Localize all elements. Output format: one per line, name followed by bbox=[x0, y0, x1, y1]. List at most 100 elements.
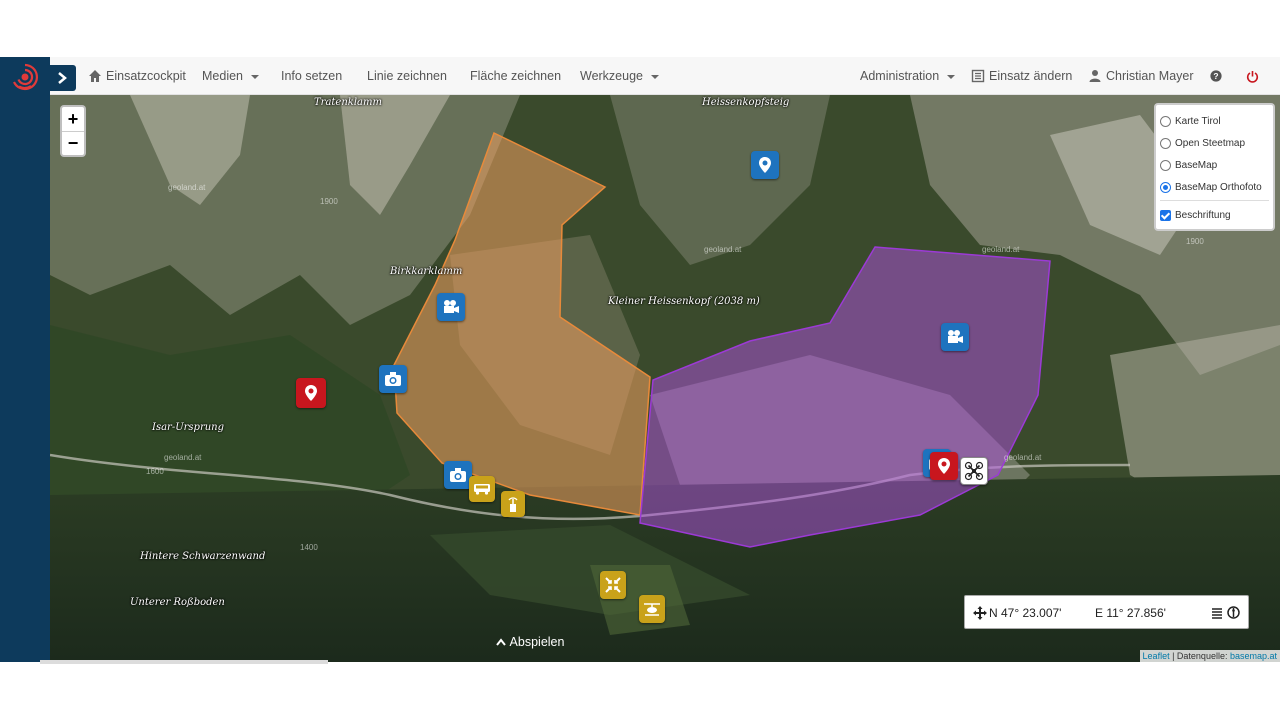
move-arrows-icon bbox=[973, 606, 987, 620]
nav-user-menu[interactable]: Christian Mayer bbox=[1088, 57, 1194, 95]
app-window: Einsatzcockpit Medien Info setzen Linie … bbox=[0, 57, 1280, 662]
overlay-option-beschriftung[interactable]: Beschriftung bbox=[1160, 204, 1269, 226]
nav-info-setzen[interactable]: Info setzen bbox=[281, 57, 342, 95]
radio-button[interactable] bbox=[1160, 115, 1171, 127]
layer-divider bbox=[1160, 200, 1269, 201]
radio-button[interactable] bbox=[1160, 159, 1171, 171]
nav-werkzeuge-label: Werkzeuge bbox=[580, 69, 643, 83]
nav-einsatzcockpit-label: Einsatzcockpit bbox=[106, 69, 186, 83]
assembly-point-marker[interactable] bbox=[600, 571, 626, 599]
helicopter-icon bbox=[644, 603, 660, 616]
layer-option-label: Open Steetmap bbox=[1175, 137, 1246, 149]
bus-icon bbox=[474, 484, 490, 495]
photo-camera-icon bbox=[450, 468, 466, 482]
radio-station-marker[interactable] bbox=[501, 491, 525, 517]
overlay-option-label: Beschriftung bbox=[1175, 209, 1231, 221]
nav-flaeche-zeichnen[interactable]: Fläche zeichnen bbox=[470, 57, 561, 95]
photo-camera-marker[interactable] bbox=[444, 461, 472, 489]
nav-einsatz-aendern[interactable]: Einsatz ändern bbox=[971, 57, 1072, 95]
map-label-isar-ursprung: Isar-Ursprung bbox=[152, 422, 225, 433]
layer-option-basemap-orthofoto[interactable]: BaseMap Orthofoto bbox=[1160, 176, 1269, 198]
vehicle-marker[interactable] bbox=[469, 476, 495, 502]
caret-down-icon bbox=[947, 75, 956, 79]
caret-down-icon bbox=[251, 75, 259, 79]
photo-camera-icon bbox=[385, 372, 401, 386]
horizontal-scrollbar[interactable] bbox=[40, 660, 328, 664]
power-icon bbox=[1246, 70, 1259, 83]
map-watermark: geoland.at bbox=[1004, 453, 1042, 462]
location-marker[interactable] bbox=[751, 151, 779, 179]
nav-medien-dropdown[interactable]: Medien bbox=[202, 57, 259, 95]
photo-camera-marker[interactable] bbox=[379, 365, 407, 393]
app-logo-icon bbox=[13, 63, 38, 91]
layer-option-open-streetmap[interactable]: Open Steetmap bbox=[1160, 132, 1269, 154]
layer-option-label: BaseMap bbox=[1175, 159, 1218, 171]
drone-icon bbox=[964, 461, 984, 481]
map-elevation-label: 1600 bbox=[146, 467, 164, 476]
latitude-value: N 47° 23.007' bbox=[989, 606, 1062, 620]
chevron-up-icon bbox=[495, 638, 506, 646]
helicopter-marker[interactable] bbox=[639, 595, 665, 623]
info-marker[interactable] bbox=[930, 452, 958, 480]
checkbox-checked[interactable] bbox=[1160, 209, 1171, 221]
map-pin-icon bbox=[759, 157, 771, 173]
nav-administration-label: Administration bbox=[860, 69, 940, 83]
nav-user-label: Christian Mayer bbox=[1106, 69, 1194, 83]
map-elevation-label: 1900 bbox=[320, 197, 338, 206]
map-view[interactable]: Tratenklamm Heissenkopfsteig Birkkarklam… bbox=[50, 95, 1280, 662]
nav-einsatz-aendern-label: Einsatz ändern bbox=[989, 69, 1073, 83]
nav-linie-zeichnen-label: Linie zeichnen bbox=[367, 69, 447, 83]
nav-flaeche-zeichnen-label: Fläche zeichnen bbox=[470, 69, 562, 83]
playback-label: Abspielen bbox=[509, 635, 565, 649]
zoom-control: + − bbox=[60, 105, 86, 157]
logout-button[interactable] bbox=[1246, 57, 1259, 95]
nav-linie-zeichnen[interactable]: Linie zeichnen bbox=[367, 57, 447, 95]
arrows-collapse-icon bbox=[605, 577, 621, 593]
map-pin-icon bbox=[938, 458, 950, 474]
drone-marker[interactable] bbox=[960, 457, 988, 485]
sidebar-toggle-button[interactable] bbox=[48, 65, 76, 91]
map-label-birkkarklamm: Birkkarklamm bbox=[390, 266, 463, 277]
basemap-link[interactable]: basemap.at bbox=[1230, 651, 1277, 661]
nav-einsatzcockpit[interactable]: Einsatzcockpit bbox=[88, 57, 186, 95]
list-icon[interactable] bbox=[1211, 607, 1223, 619]
sidebar bbox=[0, 57, 50, 662]
map-label-hintere-schwarzenwand: Hintere Schwarzenwand bbox=[140, 551, 266, 562]
video-camera-icon bbox=[948, 330, 963, 343]
zoom-out-button[interactable]: − bbox=[62, 131, 84, 155]
layer-option-basemap[interactable]: BaseMap bbox=[1160, 154, 1269, 176]
svg-text:?: ? bbox=[1213, 71, 1218, 81]
nav-medien-label: Medien bbox=[202, 69, 243, 83]
map-watermark: geoland.at bbox=[164, 453, 202, 462]
crosshair-icon[interactable] bbox=[1227, 606, 1240, 619]
radio-button[interactable] bbox=[1160, 137, 1171, 149]
list-icon bbox=[971, 69, 985, 83]
question-circle-icon: ? bbox=[1210, 70, 1222, 82]
map-label-heissenkopfsteig: Heissenkopfsteig bbox=[702, 97, 790, 108]
map-elevation-label: 1900 bbox=[1186, 237, 1204, 246]
zoom-in-button[interactable]: + bbox=[62, 107, 84, 131]
playback-button[interactable]: Abspielen bbox=[470, 627, 590, 657]
radio-button-selected[interactable] bbox=[1160, 181, 1171, 193]
info-marker[interactable] bbox=[296, 378, 326, 408]
map-watermark: geoland.at bbox=[704, 245, 742, 254]
map-label-unterer-rossboden: Unterer Roßboden bbox=[130, 597, 225, 608]
video-camera-marker[interactable] bbox=[941, 323, 969, 351]
attribution-separator: | Datenquelle: bbox=[1169, 651, 1230, 661]
map-label-kleiner-heissenkopf: Kleiner Heissenkopf (2038 m) bbox=[608, 296, 760, 307]
video-camera-marker[interactable] bbox=[437, 293, 465, 321]
map-elevation-label: 1400 bbox=[300, 543, 318, 552]
nav-administration-dropdown[interactable]: Administration bbox=[860, 57, 956, 95]
chevron-right-icon bbox=[58, 72, 67, 84]
layer-option-label: Karte Tirol bbox=[1175, 115, 1221, 127]
leaflet-link[interactable]: Leaflet bbox=[1143, 651, 1170, 661]
top-navbar: Einsatzcockpit Medien Info setzen Linie … bbox=[50, 57, 1280, 95]
antenna-icon bbox=[508, 497, 518, 512]
layer-option-karte-tirol[interactable]: Karte Tirol bbox=[1160, 110, 1269, 132]
nav-werkzeuge-dropdown[interactable]: Werkzeuge bbox=[580, 57, 659, 95]
coordinate-display: N 47° 23.007' E 11° 27.856' bbox=[964, 595, 1249, 629]
map-watermark: geoland.at bbox=[168, 183, 206, 192]
map-attribution: Leaflet | Datenquelle: basemap.at bbox=[1139, 650, 1280, 662]
layer-control: Karte Tirol Open Steetmap BaseMap BaseMa… bbox=[1154, 103, 1275, 231]
help-button[interactable]: ? bbox=[1210, 57, 1222, 95]
